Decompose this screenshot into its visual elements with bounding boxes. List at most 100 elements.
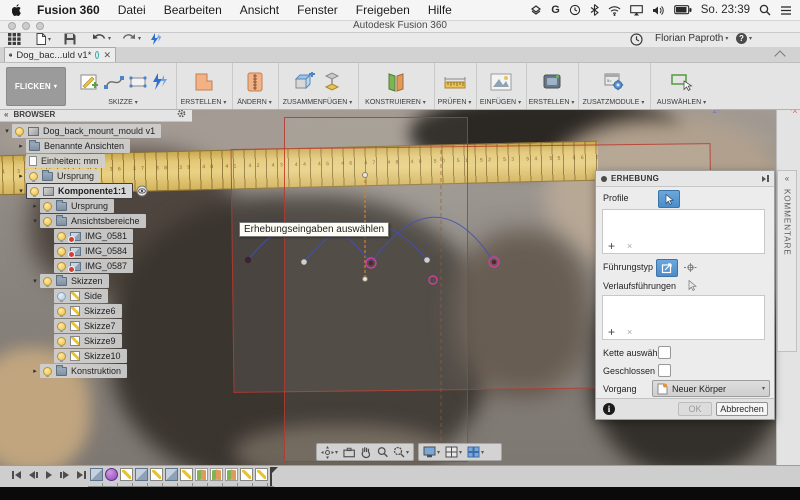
- chain-selection-checkbox[interactable]: [658, 346, 671, 359]
- timeline-canvas-feature[interactable]: [135, 468, 148, 481]
- timeline-canvas-feature[interactable]: [165, 468, 178, 481]
- timeline-sketch-feature[interactable]: [255, 468, 268, 481]
- window-titlebar[interactable]: Autodesk Fusion 360: [0, 20, 800, 33]
- visibility-bulb-icon[interactable]: [43, 367, 52, 376]
- tree-item-origin[interactable]: ▸ Ursprung: [0, 169, 100, 183]
- add-rail-icon[interactable]: +: [608, 326, 615, 338]
- expand-arrow-icon[interactable]: ▸: [16, 142, 26, 150]
- visibility-bulb-icon[interactable]: [43, 277, 52, 286]
- file-menu-button[interactable]: ▾: [36, 33, 51, 45]
- add-profile-icon[interactable]: +: [608, 240, 615, 252]
- logitech-icon[interactable]: G: [551, 4, 560, 16]
- timeline-form-feature[interactable]: [105, 468, 118, 481]
- airplay-icon[interactable]: [630, 5, 643, 16]
- profile-list-box[interactable]: + ×: [602, 209, 765, 254]
- collapse-browser-icon[interactable]: «: [4, 110, 8, 119]
- timeline-step-back-button[interactable]: [29, 471, 38, 479]
- group-label-einfuegen[interactable]: EINFÜGEN▾: [480, 99, 521, 109]
- undo-button[interactable]: ▾: [92, 33, 111, 43]
- guide-type-rails-button[interactable]: [656, 259, 678, 277]
- project-geometry-icon[interactable]: [152, 73, 168, 91]
- expand-comments-icon[interactable]: «: [785, 174, 789, 183]
- group-label-konstruieren[interactable]: KONSTRUIEREN▾: [365, 99, 426, 109]
- combine-icon[interactable]: [294, 72, 318, 92]
- group-label-skizze[interactable]: SKIZZE▾: [108, 99, 138, 109]
- tree-item-named-views[interactable]: ▸ Benannte Ansichten: [0, 139, 130, 153]
- visibility-bulb-icon[interactable]: [43, 202, 52, 211]
- menu-freigeben[interactable]: Freigeben: [356, 3, 410, 17]
- spline-arc-3[interactable]: [371, 217, 494, 263]
- timeline-sketch-feature[interactable]: [240, 468, 253, 481]
- remove-profile-icon[interactable]: ×: [627, 241, 632, 251]
- press-pull-icon[interactable]: [246, 71, 264, 93]
- create-sketch-icon[interactable]: [79, 72, 99, 92]
- timeline-loft-feature[interactable]: [210, 468, 223, 481]
- timeline-sketch-feature[interactable]: [180, 468, 193, 481]
- menu-hilfe[interactable]: Hilfe: [428, 3, 452, 17]
- dialog-header[interactable]: ERHEBUNG: [596, 171, 774, 187]
- visibility-bulb-icon[interactable]: [29, 172, 38, 181]
- group-label-pruefen[interactable]: PRÜFEN▾: [438, 99, 472, 109]
- sketch-point-4[interactable]: [424, 257, 430, 263]
- tree-item-sketch7[interactable]: Skizze7: [0, 319, 122, 333]
- redo-button[interactable]: ▾: [122, 33, 141, 43]
- tree-item-sketch6[interactable]: Skizze6: [0, 304, 122, 318]
- zoom-button[interactable]: [377, 446, 388, 458]
- timeline-go-end-button[interactable]: [77, 471, 86, 479]
- tree-item-sketch-side[interactable]: Side: [0, 289, 108, 303]
- notification-clock-button[interactable]: [630, 33, 643, 46]
- tree-item-canvases[interactable]: ▾ Ansichtsbereiche: [0, 214, 146, 228]
- tree-item-img0584[interactable]: IMG_0584: [0, 244, 133, 258]
- group-label-zusammenfuegen[interactable]: ZUSAMMENFÜGEN▾: [283, 99, 353, 109]
- expand-arrow-icon[interactable]: ▾: [16, 187, 26, 195]
- data-panel-button[interactable]: [8, 33, 21, 45]
- menu-datei[interactable]: Datei: [118, 3, 146, 17]
- account-menu[interactable]: Florian Paproth ▾: [655, 33, 728, 44]
- grid-layout-button[interactable]: ▾: [445, 446, 462, 458]
- workspace-selector-flicken[interactable]: FLICKEN▾: [6, 67, 66, 106]
- group-label-erstellen2[interactable]: ERSTELLEN▾: [529, 99, 575, 109]
- expand-arrow-icon[interactable]: ▾: [30, 277, 40, 285]
- visibility-bulb-icon[interactable]: [15, 127, 24, 136]
- timeline-go-start-button[interactable]: [12, 471, 21, 479]
- sketch-point-1[interactable]: [245, 257, 251, 263]
- selected-point-ring-3[interactable]: [429, 276, 437, 284]
- joint-icon[interactable]: [323, 72, 341, 92]
- timeline-play-button[interactable]: [46, 471, 52, 479]
- spotlight-icon[interactable]: [759, 4, 771, 16]
- browser-gear-icon[interactable]: [177, 109, 186, 120]
- look-at-button[interactable]: [343, 447, 355, 458]
- timeline-canvas-feature[interactable]: [90, 468, 103, 481]
- tree-item-units[interactable]: Einheiten: mm: [0, 154, 105, 168]
- visibility-bulb-icon[interactable]: [57, 292, 66, 301]
- expand-arrow-icon[interactable]: ▸: [30, 202, 40, 210]
- info-icon[interactable]: i: [603, 403, 615, 415]
- document-tab[interactable]: Dog_bac...uld v1* ✕: [4, 47, 116, 62]
- guide-type-centerline-button[interactable]: [680, 259, 700, 275]
- operation-dropdown[interactable]: Neuer Körper ▾: [652, 380, 770, 397]
- expand-arrow-icon[interactable]: ▸: [30, 367, 40, 375]
- sketch-point-top[interactable]: [363, 173, 368, 178]
- tree-item-img0581[interactable]: IMG_0581: [0, 229, 133, 243]
- tree-item-root-component[interactable]: ▾ Dog_back_mount_mould v1: [0, 124, 161, 138]
- save-button[interactable]: [64, 33, 76, 45]
- timeline-loft-feature[interactable]: [195, 468, 208, 481]
- timeline-sketch-feature[interactable]: [150, 468, 163, 481]
- pan-button[interactable]: [360, 446, 371, 459]
- group-label-zusatzmodule[interactable]: ZUSATZMODULE▾: [583, 99, 645, 109]
- visibility-bulb-icon[interactable]: [57, 247, 66, 256]
- menu-bearbeiten[interactable]: Bearbeiten: [164, 3, 222, 17]
- visibility-bulb-icon[interactable]: [57, 322, 66, 331]
- collapse-toolbar-chevron[interactable]: [774, 50, 785, 61]
- tree-item-sketch10[interactable]: Skizze10: [0, 349, 127, 363]
- visibility-bulb-icon[interactable]: [57, 232, 66, 241]
- tree-item-component1-selected[interactable]: ▾ Komponente1:1: [0, 184, 148, 198]
- sketch-point-6[interactable]: [363, 277, 368, 282]
- cancel-button[interactable]: Abbrechen: [716, 402, 768, 416]
- orbit-button[interactable]: ▾: [321, 446, 338, 459]
- menu-fusion360[interactable]: Fusion 360: [37, 3, 100, 17]
- menu-fenster[interactable]: Fenster: [297, 3, 338, 17]
- wifi-icon[interactable]: [608, 5, 621, 16]
- spline-tool-icon[interactable]: [104, 74, 124, 90]
- tree-item-construction[interactable]: ▸ Konstruktion: [0, 364, 127, 378]
